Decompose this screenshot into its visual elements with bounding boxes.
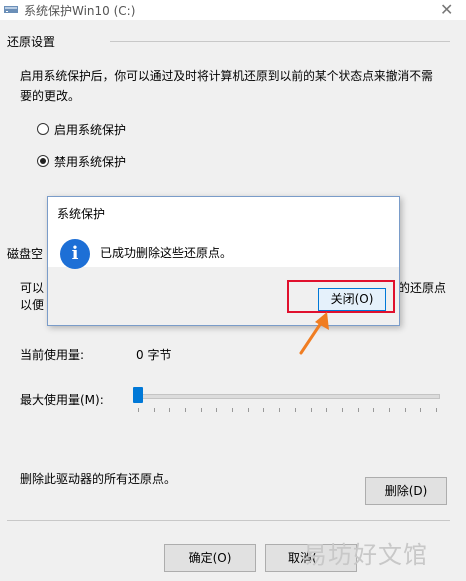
slider-tick [263,408,265,412]
slider-tick [373,408,375,412]
section-divider [110,41,450,42]
current-usage-value: 0 字节 [136,348,172,362]
max-usage-slider-track[interactable] [136,394,440,399]
radio-disable-label[interactable]: 禁用系统保护 [54,153,126,170]
delete-button[interactable]: 删除(D) [365,477,447,505]
slider-tick [341,408,343,412]
footer-divider [7,520,450,521]
slider-tick [357,408,359,412]
watermark-text: 易坊好文馆 [303,541,428,569]
slider-tick [388,408,390,412]
drive-icon [4,6,18,13]
delete-description: 删除此驱动器的所有还原点。 [20,472,177,486]
max-usage-slider-thumb[interactable] [133,387,143,403]
restore-description-line1: 启用系统保护后，你可以通过及时将计算机还原到以前的某个状态点来撤消不需 [20,69,433,83]
max-usage-label: 最大使用量(M): [20,393,104,407]
ok-button[interactable]: 确定(O) [164,544,256,572]
slider-tick [138,408,139,412]
slider-tick [404,408,406,412]
section-title-restore: 还原设置 [7,35,56,49]
slider-tick [185,408,187,412]
disk-description-left-line2: 以便 [20,298,45,312]
slider-tick [200,408,202,412]
slider-tick [420,408,422,412]
disk-description-left-line1: 可以 [20,281,45,295]
slider-tick [310,408,312,412]
annotation-arrow-icon [299,312,329,355]
slider-tick [247,408,249,412]
section-title-disk-space: 磁盘空 [7,247,44,261]
slider-tick [326,408,328,412]
restore-description-line2: 要的更改。 [20,89,81,103]
slider-tick [216,408,218,412]
radio-disable-protection[interactable] [37,155,49,167]
message-box-title: 系统保护 [57,207,106,221]
slider-tick [294,408,296,412]
slider-tick [232,408,234,412]
current-usage-label: 当前使用量: [20,348,85,362]
slider-tick [436,408,437,412]
slider-tick [153,408,155,412]
window-title: 系统保护Win10 (C:) [24,4,136,18]
info-icon: i [60,239,90,269]
disk-description-right: 的还原点 [398,281,447,295]
radio-enable-label[interactable]: 启用系统保护 [54,121,126,138]
radio-enable-protection[interactable] [37,123,49,135]
close-icon[interactable]: ✕ [440,0,453,19]
slider-tick [279,408,281,412]
message-text: 已成功删除这些还原点。 [100,246,233,260]
slider-tick [169,408,171,412]
